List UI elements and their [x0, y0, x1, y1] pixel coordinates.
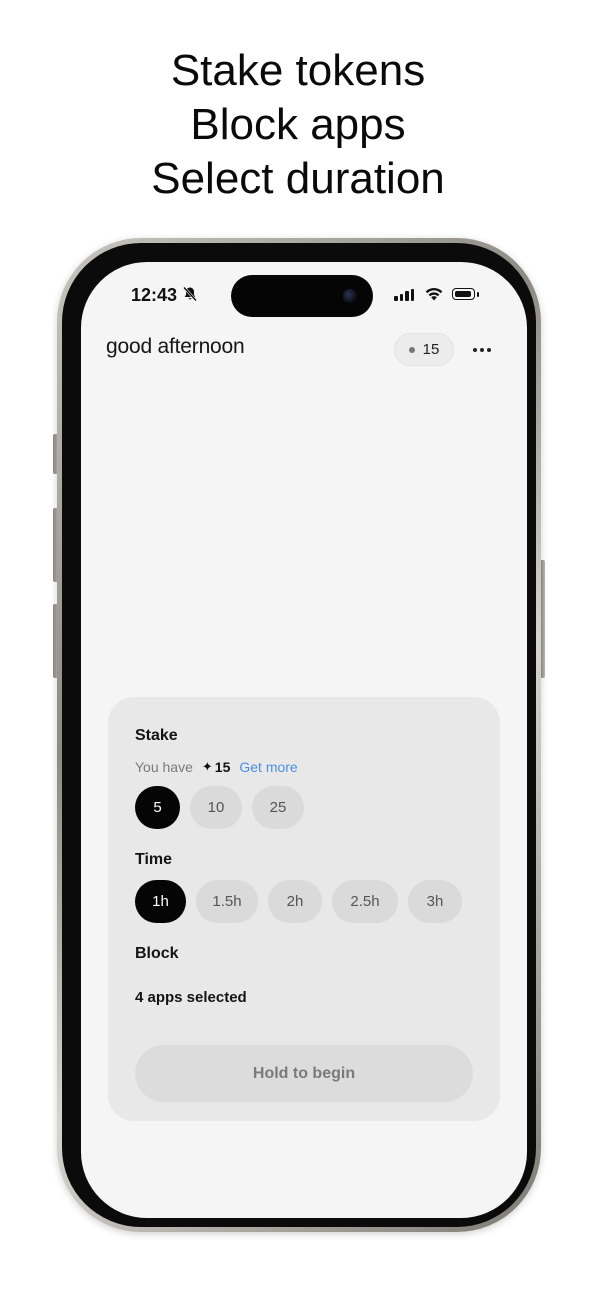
headline-line-1: Stake tokens [170, 46, 426, 95]
apps-selected-button[interactable]: 4 apps selected [135, 989, 247, 1006]
time-option-3h[interactable]: 3h [408, 880, 462, 923]
stake-label: Stake [135, 727, 178, 744]
camera-lens [343, 289, 357, 303]
battery-icon [452, 288, 475, 300]
greeting-title: good afternoon [106, 335, 245, 358]
time-option-1h[interactable]: 1h [135, 880, 186, 923]
cellular-signal-icon [394, 289, 414, 301]
you-have-label: You have [135, 759, 193, 775]
wifi-icon [425, 287, 443, 301]
time-label: Time [135, 851, 173, 868]
token-count: 15 [422, 341, 440, 358]
sparkle-icon: ✦ [201, 759, 213, 774]
stake-option-5[interactable]: 5 [135, 786, 180, 829]
balance-count: 15 [214, 759, 231, 775]
battery-cap [477, 292, 479, 297]
time-options: 1h 1.5h 2h 2.5h 3h [135, 880, 462, 923]
stake-option-25[interactable]: 25 [252, 786, 304, 829]
dynamic-island [231, 275, 373, 317]
stake-card: Stake You have ✦ 15 Get more 5 10 25 Tim… [108, 697, 500, 1121]
marketing-headline: Stake tokens Block apps Select duration [0, 44, 596, 206]
phone-screen: 12:43 good afternoon 15 Stake You have ✦… [81, 262, 527, 1218]
battery-fill [454, 290, 471, 297]
get-more-link[interactable]: Get more [239, 759, 297, 775]
headline-line-3: Select duration [151, 154, 445, 203]
status-time: 12:43 [131, 285, 178, 305]
block-label: Block [135, 945, 179, 962]
phone-bezel: 12:43 good afternoon 15 Stake You have ✦… [62, 243, 536, 1227]
app-store-screenshot: Stake tokens Block apps Select duration … [0, 0, 596, 1290]
token-dot-icon [408, 346, 415, 353]
bell-slash-icon [182, 286, 198, 306]
ellipsis-icon[interactable] [467, 336, 497, 364]
stake-option-10[interactable]: 10 [190, 786, 242, 829]
time-option-1-5h[interactable]: 1.5h [196, 880, 258, 923]
stake-options: 5 10 25 [135, 786, 304, 829]
headline-line-2: Block apps [190, 100, 406, 149]
token-balance-button[interactable]: 15 [394, 333, 454, 366]
hold-to-begin-button[interactable]: Hold to begin [135, 1045, 473, 1102]
balance-row: You have ✦ 15 Get more [135, 759, 298, 775]
time-option-2h[interactable]: 2h [268, 880, 322, 923]
time-option-2-5h[interactable]: 2.5h [332, 880, 398, 923]
phone-frame: 12:43 good afternoon 15 Stake You have ✦… [57, 238, 541, 1232]
